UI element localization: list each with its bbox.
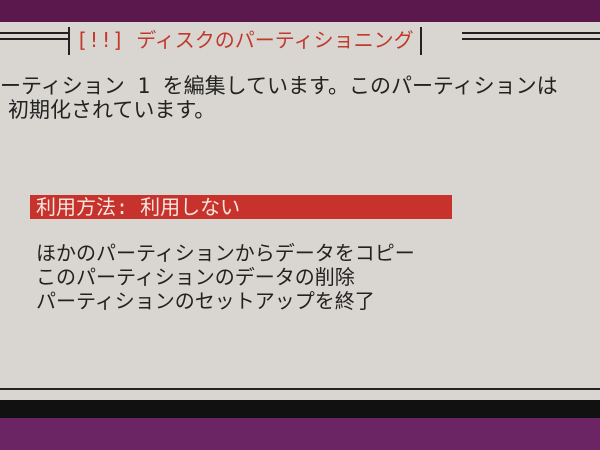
desktop-background-bottom bbox=[0, 418, 600, 450]
desktop-background-top bbox=[0, 0, 600, 22]
partition-dialog: [!!] ディスクのパーティショニング ーティション 1 を編集しています。この… bbox=[0, 22, 600, 400]
dialog-shadow bbox=[0, 400, 600, 418]
dialog-message-line-1: ーティション 1 を編集しています。このパーティションは bbox=[0, 74, 558, 98]
dialog-title: [!!] ディスクのパーティショニング bbox=[68, 27, 422, 55]
menu-item-usage-method[interactable]: 利用方法: 利用しない bbox=[30, 195, 452, 219]
title-frame-right-top bbox=[462, 32, 600, 34]
title-frame-left-top bbox=[0, 32, 68, 34]
title-frame-right-bottom bbox=[462, 38, 600, 40]
title-frame-left-bottom bbox=[0, 38, 68, 40]
menu-item-copy-data[interactable]: ほかのパーティションからデータをコピー bbox=[36, 241, 415, 265]
installer-screen: [!!] ディスクのパーティショニング ーティション 1 を編集しています。この… bbox=[0, 0, 600, 450]
menu-item-finish-setup[interactable]: パーティションのセットアップを終了 bbox=[36, 289, 375, 313]
dialog-bottom-border bbox=[0, 388, 600, 390]
menu-item-erase-data[interactable]: このパーティションのデータの削除 bbox=[36, 265, 355, 289]
dialog-message-line-2: 初期化されています。 bbox=[8, 98, 216, 122]
